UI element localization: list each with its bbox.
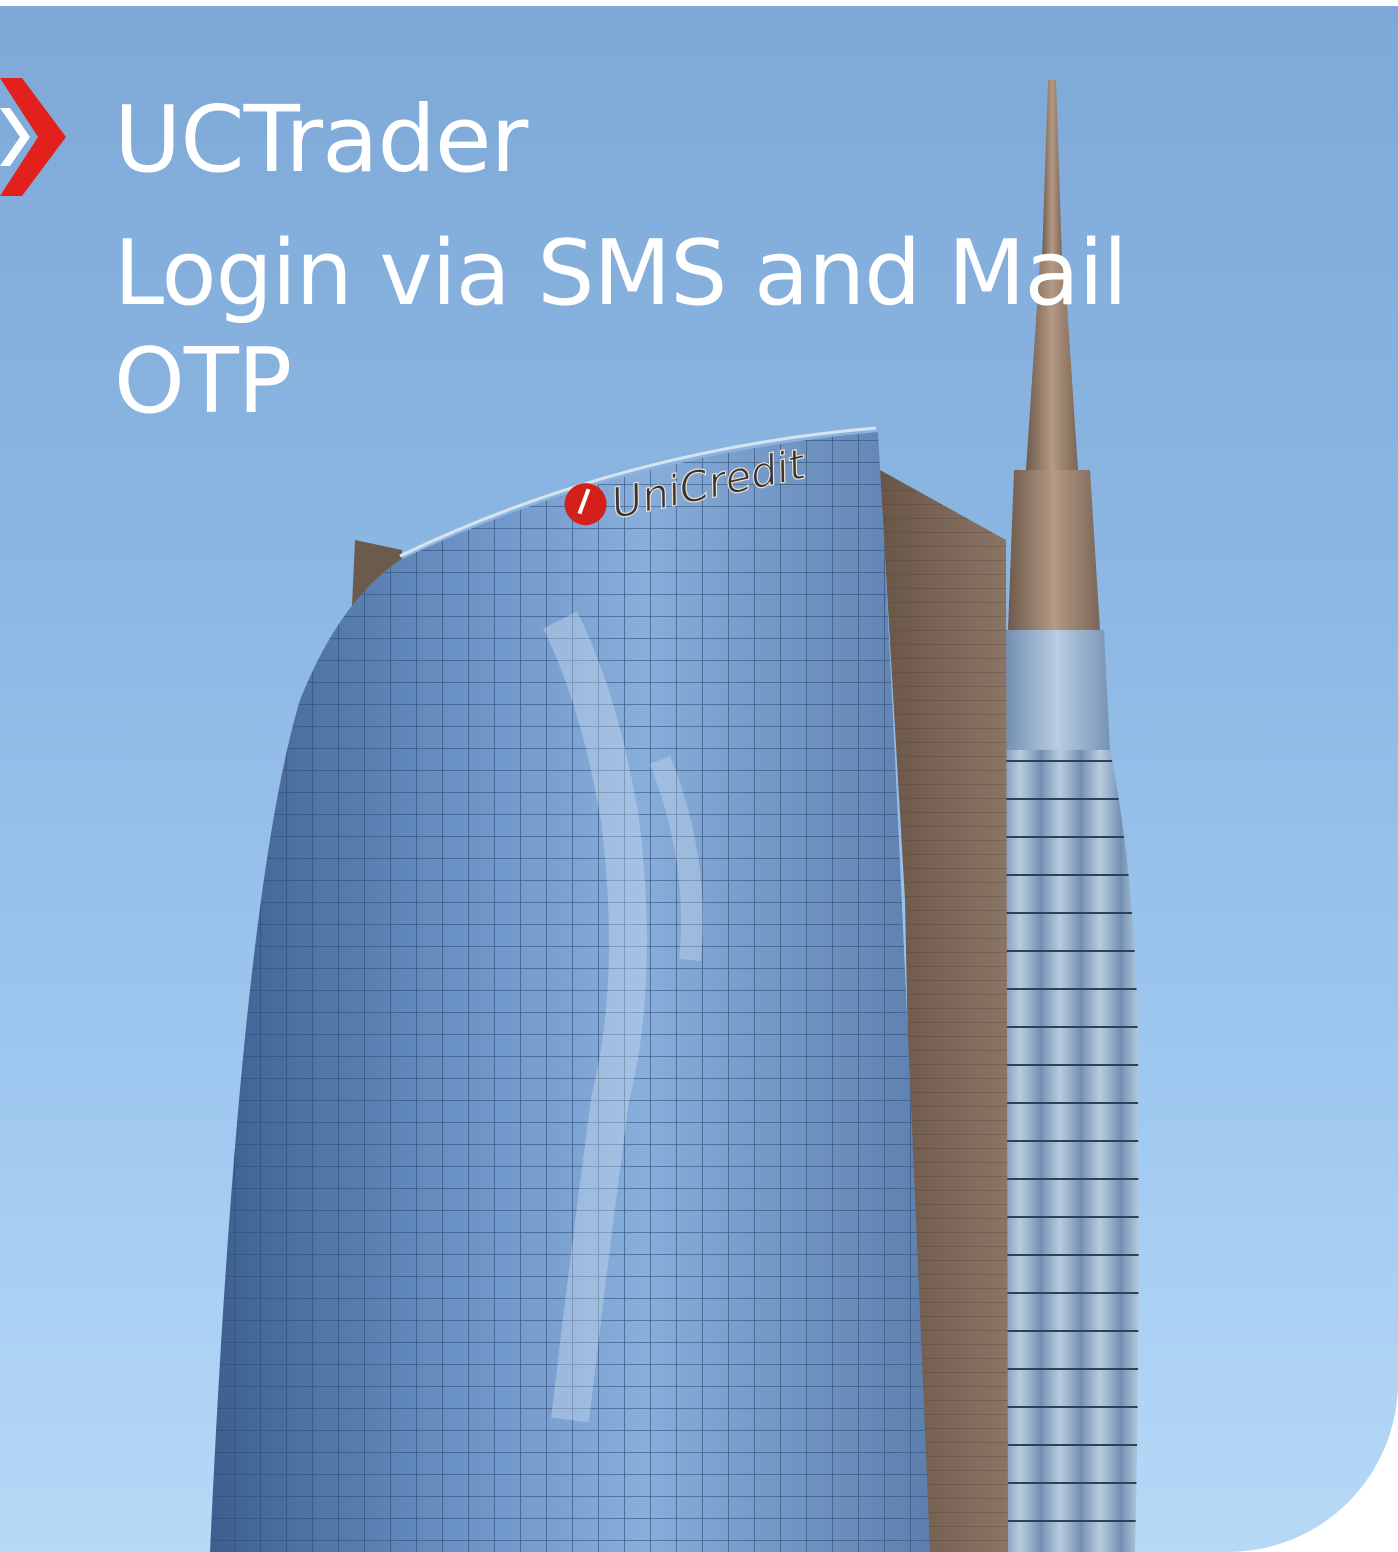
top-border — [0, 0, 1398, 6]
chevron-icon — [0, 78, 66, 196]
app-name: UCTrader — [114, 86, 528, 193]
cover-page: UniCredit UCTrader Login via SMS and Mai… — [0, 0, 1398, 1552]
spire-lower — [1004, 630, 1110, 750]
spire-mid — [1008, 470, 1100, 630]
ringed-tower — [1000, 750, 1139, 1552]
title-block: UCTrader Login via SMS and Mail OTP — [114, 88, 1264, 436]
document-subtitle: Login via SMS and Mail OTP — [114, 221, 1128, 434]
